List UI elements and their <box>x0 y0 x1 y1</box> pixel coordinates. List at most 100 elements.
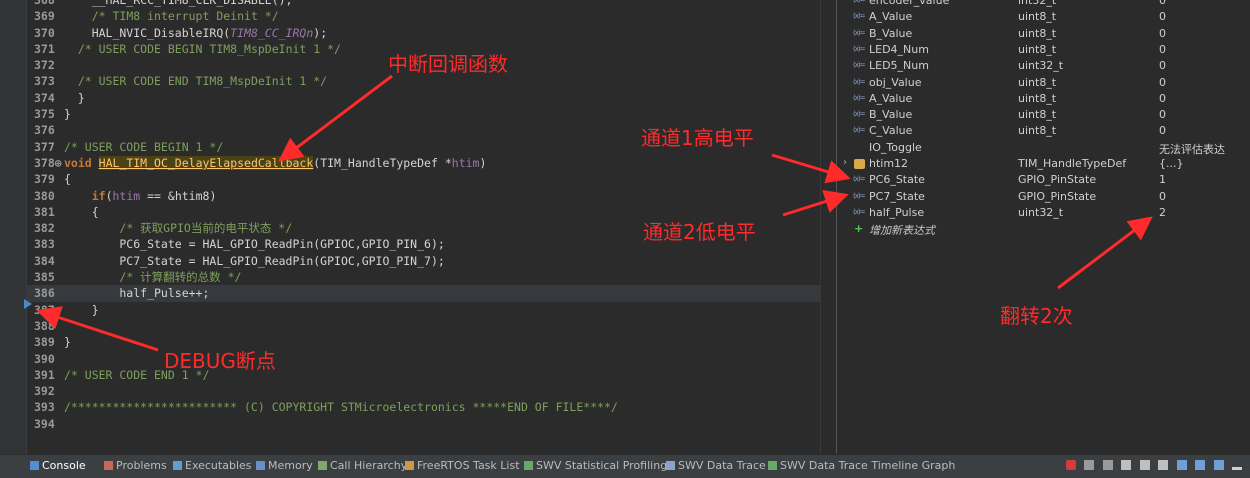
code-line[interactable]: 385 /* 计算翻转的总数 */ <box>26 269 820 285</box>
line-number[interactable]: 379 <box>26 171 64 187</box>
line-number[interactable]: 392 <box>26 383 64 399</box>
line-number[interactable]: 384 <box>26 253 64 269</box>
line-number[interactable]: 372 <box>26 57 64 73</box>
code-text: /* USER CODE BEGIN 1 */ <box>64 139 223 155</box>
expression-row[interactable]: (x)= obj_Value uint8_t 0 <box>837 75 1250 91</box>
minimize-icon[interactable] <box>1232 467 1242 470</box>
expression-row[interactable]: (x)= PC7_State GPIO_PinState 0 <box>837 189 1250 205</box>
variable-icon: (x)= <box>853 110 866 119</box>
code-line[interactable]: 389} <box>26 334 820 350</box>
code-line[interactable]: 384 PC7_State = HAL_GPIO_ReadPin(GPIOC,G… <box>26 253 820 269</box>
tab-swv-data-trace-timeline-graph[interactable]: SWV Data Trace Timeline Graph <box>768 459 955 472</box>
code-line[interactable]: 369 /* TIM8 interrupt Deinit */ <box>26 8 820 24</box>
code-token-plain: HAL_NVIC_DisableIRQ( <box>64 25 231 40</box>
expression-row[interactable]: (x)= LED5_Num uint32_t 0 <box>837 58 1250 74</box>
line-number[interactable]: 374 <box>26 90 64 106</box>
breakpoint-marker-icon[interactable] <box>24 299 32 309</box>
expression-name: obj_Value <box>869 75 922 89</box>
tab-swv-data-trace[interactable]: SWV Data Trace <box>666 459 766 472</box>
line-number[interactable]: 377 <box>26 139 64 155</box>
expression-row[interactable]: (x)= PC6_State GPIO_PinState 1 <box>837 172 1250 188</box>
tab-console[interactable]: Console <box>30 459 86 472</box>
tab-memory[interactable]: Memory <box>256 459 313 472</box>
console-toolbar <box>1061 460 1242 472</box>
line-number[interactable]: 390 <box>26 351 64 367</box>
tab-swv-statistical-profiling[interactable]: SWV Statistical Profiling <box>524 459 667 472</box>
code-line[interactable]: 368 __HAL_RCC_TIM8_CLK_DISABLE(); <box>26 0 820 8</box>
line-number[interactable]: 375 <box>26 106 64 122</box>
add-expression-row[interactable]: + 增加新表达式 <box>837 221 1250 237</box>
line-number[interactable]: 385 <box>26 269 64 285</box>
line-number[interactable]: 370 <box>26 25 64 41</box>
expression-row[interactable]: (x)= LED4_Num uint8_t 0 <box>837 42 1250 58</box>
line-number[interactable]: 383 <box>26 236 64 252</box>
line-number[interactable]: 376 <box>26 122 64 138</box>
line-number[interactable]: 394 <box>26 416 64 432</box>
clear-console-icon[interactable] <box>1121 460 1131 470</box>
scroll-lock-icon[interactable] <box>1139 460 1150 470</box>
code-text: { <box>64 204 99 220</box>
line-number[interactable]: 391 <box>26 367 64 383</box>
expand-chevron-icon[interactable]: › <box>843 157 847 168</box>
expression-value: 2 <box>1159 205 1166 219</box>
remove-launch-icon[interactable] <box>1084 460 1094 470</box>
tab-executables[interactable]: Executables <box>173 459 252 472</box>
display-selected-icon[interactable] <box>1195 460 1205 470</box>
expression-row[interactable]: › htim12 TIM_HandleTypeDef {...} <box>837 156 1250 172</box>
code-text: } <box>64 90 85 106</box>
pin-console-icon[interactable] <box>1176 460 1187 470</box>
code-text: /* USER CODE BEGIN TIM8_MspDeInit 1 */ <box>64 41 341 57</box>
line-number[interactable]: 369 <box>26 8 64 24</box>
expression-value: 0 <box>1159 0 1166 7</box>
code-line[interactable]: 378⊕ void HAL_TIM_OC_DelayElapsedCallback… <box>26 155 820 171</box>
code-token-keyword: void <box>64 155 92 170</box>
expression-row[interactable]: (x)= A_Value uint8_t 0 <box>837 91 1250 107</box>
expression-row[interactable]: IO_Toggle 无法评估表达 <box>837 140 1250 156</box>
variable-icon: (x)= <box>853 44 866 53</box>
expression-row[interactable]: (x)= A_Value uint8_t 0 <box>837 9 1250 25</box>
code-token-plain: } <box>64 335 71 350</box>
expression-row[interactable]: (x)= B_Value uint8_t 0 <box>837 26 1250 42</box>
line-number[interactable]: 378⊕ <box>26 155 64 171</box>
code-line[interactable]: 393/************************ (C) COPYRIG… <box>26 399 820 415</box>
line-number[interactable]: 381 <box>26 204 64 220</box>
terminate-icon[interactable] <box>1065 460 1076 470</box>
code-line[interactable]: 390 <box>26 351 820 367</box>
expression-value: 0 <box>1159 59 1166 73</box>
code-line-current[interactable]: 386 half_Pulse++; <box>26 285 820 302</box>
expression-name: half_Pulse <box>869 205 925 219</box>
remove-all-icon[interactable] <box>1102 460 1113 470</box>
code-line[interactable]: 380 if(htim == &htim8) <box>26 188 820 204</box>
tab-freertos-task-list[interactable]: FreeRTOS Task List <box>405 459 520 472</box>
word-wrap-icon[interactable] <box>1158 460 1168 470</box>
code-line[interactable]: 391/* USER CODE END 1 */ <box>26 367 820 383</box>
expression-row[interactable]: (x)= encoder_value int32_t 0 <box>837 0 1250 9</box>
expression-row[interactable]: (x)= half_Pulse uint32_t 2 <box>837 205 1250 221</box>
line-number[interactable]: 368 <box>26 0 64 8</box>
line-number[interactable]: 373 <box>26 73 64 89</box>
code-line[interactable]: 387 } <box>26 302 820 318</box>
line-number[interactable]: 388 <box>26 318 64 334</box>
open-console-icon[interactable] <box>1213 460 1224 470</box>
code-line[interactable]: 392 <box>26 383 820 399</box>
code-line[interactable]: 375} <box>26 106 820 122</box>
code-line[interactable]: 374 } <box>26 90 820 106</box>
annotation-interrupt-callback: 中断回调函数 <box>388 52 508 76</box>
expression-row[interactable]: (x)= C_Value uint8_t 0 <box>837 123 1250 139</box>
code-line[interactable]: 370 HAL_NVIC_DisableIRQ(TIM8_CC_IRQn); <box>26 25 820 41</box>
code-line[interactable]: 394 <box>26 416 820 432</box>
code-line[interactable]: 379{ <box>26 171 820 187</box>
editor-scrollbar[interactable] <box>820 0 837 454</box>
line-number[interactable]: 380 <box>26 188 64 204</box>
expression-row[interactable]: (x)= B_Value uint8_t 0 <box>837 107 1250 123</box>
code-token-comment: /* 计算翻转的总数 */ <box>119 270 242 285</box>
line-number[interactable]: 393 <box>26 399 64 415</box>
line-number[interactable]: 382 <box>26 220 64 236</box>
code-line[interactable]: 388 <box>26 318 820 334</box>
editor-ruler[interactable] <box>0 0 27 454</box>
line-number[interactable]: 389 <box>26 334 64 350</box>
tab-call-hierarchy[interactable]: Call Hierarchy <box>318 459 407 472</box>
line-number[interactable]: 371 <box>26 41 64 57</box>
tab-problems[interactable]: Problems <box>104 459 167 472</box>
